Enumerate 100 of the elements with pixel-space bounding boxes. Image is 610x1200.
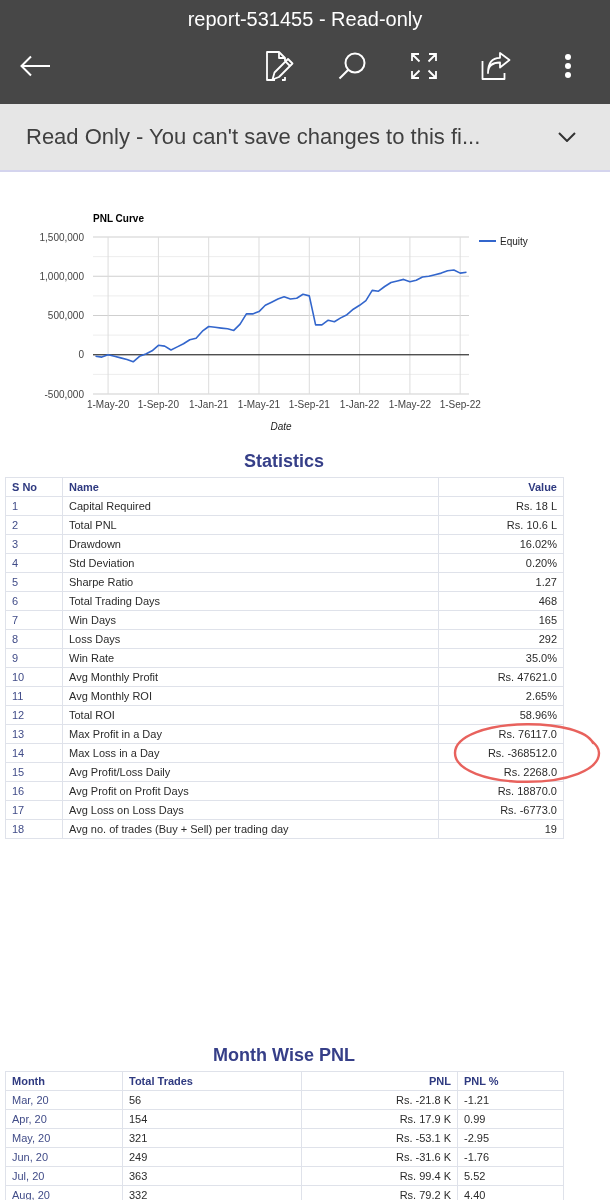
table-cell: Rs. -21.8 K bbox=[301, 1090, 458, 1110]
table-cell: Apr, 20 bbox=[5, 1109, 123, 1129]
table-cell: 292 bbox=[438, 629, 564, 649]
table-cell: Rs. 99.4 K bbox=[301, 1166, 458, 1186]
x-tick-label: 1-May-21 bbox=[237, 399, 281, 410]
x-tick-label: 1-Jan-21 bbox=[188, 399, 229, 410]
table-cell: 16 bbox=[5, 781, 63, 801]
table-cell: Rs. 18870.0 bbox=[438, 781, 564, 801]
table-cell: Avg Profit on Profit Days bbox=[62, 781, 439, 801]
table-cell: Win Rate bbox=[62, 648, 439, 668]
table-cell: Avg no. of trades (Buy + Sell) per trading day bbox=[62, 819, 439, 839]
y-tick-label: -500,000 bbox=[44, 388, 84, 400]
table-cell: 11 bbox=[5, 686, 63, 706]
back-arrow-icon bbox=[20, 55, 50, 77]
table-cell: Loss Days bbox=[62, 629, 439, 649]
table-cell: Avg Profit/Loss Daily bbox=[62, 762, 439, 782]
table-cell: Rs. 47621.0 bbox=[438, 667, 564, 687]
table-cell: Rs. 10.6 L bbox=[438, 515, 564, 535]
table-cell: 58.96% bbox=[438, 705, 564, 725]
x-tick-label: 1-May-20 bbox=[86, 399, 130, 410]
table-cell: Rs. 18 L bbox=[438, 496, 564, 516]
table-cell: Jul, 20 bbox=[5, 1166, 123, 1186]
table-cell: 1 bbox=[5, 496, 63, 516]
search-icon bbox=[338, 52, 366, 80]
table-cell: Mar, 20 bbox=[5, 1090, 123, 1110]
table-cell: Avg Monthly ROI bbox=[62, 686, 439, 706]
table-cell: Total Trading Days bbox=[62, 591, 439, 611]
table-cell: 249 bbox=[122, 1147, 302, 1167]
table-cell: 15 bbox=[5, 762, 63, 782]
table-cell: 7 bbox=[5, 610, 63, 630]
table-cell: 19 bbox=[438, 819, 564, 839]
column-header: Total Trades bbox=[122, 1071, 302, 1091]
table-cell: 4 bbox=[5, 553, 63, 573]
table-cell: -2.95 bbox=[457, 1128, 564, 1148]
table-cell: Avg Loss on Loss Days bbox=[62, 800, 439, 820]
table-cell: Avg Monthly Profit bbox=[62, 667, 439, 687]
column-header: S No bbox=[5, 477, 63, 497]
table-cell: 14 bbox=[5, 743, 63, 763]
share-icon bbox=[481, 52, 511, 80]
table-cell: 10 bbox=[5, 667, 63, 687]
table-cell: 16.02% bbox=[438, 534, 564, 554]
axis-title: Date bbox=[270, 421, 292, 432]
legend-line-icon bbox=[479, 240, 496, 242]
column-header: Month bbox=[5, 1071, 123, 1091]
y-tick-label: 1,000,000 bbox=[39, 270, 84, 282]
x-tick-label: 1-Jan-22 bbox=[339, 399, 380, 410]
table-cell: 0.99 bbox=[457, 1109, 564, 1129]
table-cell: -1.76 bbox=[457, 1147, 564, 1167]
column-header: Name bbox=[62, 477, 439, 497]
table-cell: 17 bbox=[5, 800, 63, 820]
section-title: Statistics bbox=[243, 451, 324, 471]
table-cell: Rs. -368512.0 bbox=[438, 743, 564, 763]
chart-title: PNL Curve bbox=[93, 213, 144, 224]
expand-arrows-icon bbox=[411, 53, 437, 79]
x-tick-label: 1-Sep-20 bbox=[137, 399, 179, 410]
table-cell: 6 bbox=[5, 591, 63, 611]
y-tick-label: 0 bbox=[78, 349, 84, 361]
table-cell: 165 bbox=[438, 610, 564, 630]
table-cell: Win Days bbox=[62, 610, 439, 630]
y-tick-label: 500,000 bbox=[47, 310, 84, 321]
table-cell: Capital Required bbox=[62, 496, 439, 516]
table-cell: Rs. -31.6 K bbox=[301, 1147, 458, 1167]
read-only-notice: Read Only - You can't save changes to this fi... bbox=[26, 123, 481, 151]
table-cell: Rs. -6773.0 bbox=[438, 800, 564, 820]
window-title: report-531455 - Read-only bbox=[187, 7, 423, 31]
table-cell: Rs. 17.9 K bbox=[301, 1109, 458, 1129]
table-cell: 13 bbox=[5, 724, 63, 744]
table-cell: May, 20 bbox=[5, 1128, 123, 1148]
table-cell: 56 bbox=[122, 1090, 302, 1110]
table-cell: 154 bbox=[122, 1109, 302, 1129]
table-cell: 9 bbox=[5, 648, 63, 668]
table-cell: 3 bbox=[5, 534, 63, 554]
table-cell: Drawdown bbox=[62, 534, 439, 554]
table-cell: Rs. 76117.0 bbox=[438, 724, 564, 744]
legend-label: Equity bbox=[500, 236, 528, 247]
table-cell: 12 bbox=[5, 705, 63, 725]
table-cell: 321 bbox=[122, 1128, 302, 1148]
table-cell: 8 bbox=[5, 629, 63, 649]
table-cell: Std Deviation bbox=[62, 553, 439, 573]
table-cell: 0.20% bbox=[438, 553, 564, 573]
section-title: Month Wise PNL bbox=[213, 1045, 355, 1065]
x-tick-label: 1-Sep-22 bbox=[439, 399, 481, 410]
x-tick-label: 1-Sep-21 bbox=[288, 399, 330, 410]
table-cell: Max Profit in a Day bbox=[62, 724, 439, 744]
table-cell: -1.21 bbox=[457, 1090, 564, 1110]
edit-document-icon bbox=[266, 51, 294, 81]
table-cell: 363 bbox=[122, 1166, 302, 1186]
table-cell: Total PNL bbox=[62, 515, 439, 535]
table-cell: Sharpe Ratio bbox=[62, 572, 439, 592]
table-cell: 35.0% bbox=[438, 648, 564, 668]
table-cell: 2 bbox=[5, 515, 63, 535]
table-cell: Rs. -53.1 K bbox=[301, 1128, 458, 1148]
column-header: PNL % bbox=[457, 1071, 564, 1091]
table-cell: Total ROI bbox=[62, 705, 439, 725]
table-cell: 5 bbox=[5, 572, 63, 592]
table-cell: 468 bbox=[438, 591, 564, 611]
table-cell: 1.27 bbox=[438, 572, 564, 592]
table-cell: 2.65% bbox=[438, 686, 564, 706]
column-header: PNL bbox=[301, 1071, 458, 1091]
y-tick-label: 1,500,000 bbox=[39, 231, 84, 243]
